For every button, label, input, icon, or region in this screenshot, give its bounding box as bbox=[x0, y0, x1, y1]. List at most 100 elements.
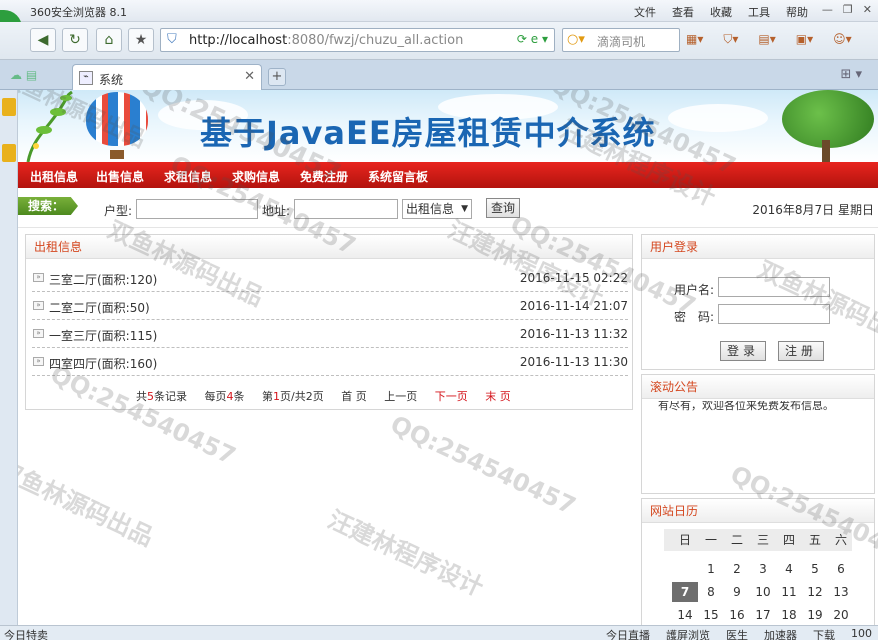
status-items: 今日直播 護屏浏览 医生 加速器 下载 100 bbox=[606, 627, 872, 640]
calendar-day[interactable]: 2 bbox=[724, 559, 750, 579]
pdf-icon[interactable]: ▤▾ bbox=[758, 32, 775, 47]
notice-panel-title: 滚动公告 bbox=[642, 375, 874, 399]
watermark: 双鱼林源码出品 bbox=[18, 455, 158, 552]
calendar-weekday: 三 bbox=[756, 533, 769, 547]
calendar-day[interactable]: 13 bbox=[828, 582, 854, 602]
register-button[interactable]: 注册 bbox=[778, 341, 824, 361]
zoom-level[interactable]: 100 bbox=[851, 627, 872, 640]
calendar-day[interactable]: 8 bbox=[698, 582, 724, 602]
apps-icon[interactable]: ▦▾ bbox=[686, 32, 703, 47]
status-item[interactable]: 医生 bbox=[726, 627, 748, 640]
calendar-day[interactable]: 20 bbox=[828, 605, 854, 625]
pager-next[interactable]: 下一页 bbox=[435, 390, 468, 403]
close-window-icon[interactable]: ✕ bbox=[863, 3, 872, 16]
calendar-weekday: 五 bbox=[808, 533, 821, 547]
balloon-decoration bbox=[86, 92, 148, 146]
rental-item-title[interactable]: 四室四厅(面积:160) bbox=[49, 355, 157, 372]
browser-navbar: ◀ ↻ ⌂ ★ ⛉ http://localhost:8080/fwzj/chu… bbox=[0, 22, 878, 60]
tab-menu-icon[interactable]: ⊞ ▾ bbox=[840, 67, 862, 82]
calendar-weekday: 一 bbox=[704, 533, 717, 547]
chevron-down-icon: ▼ bbox=[461, 204, 468, 214]
rental-item-title[interactable]: 一室三厅(面积:115) bbox=[49, 327, 157, 344]
pager-first[interactable]: 首 页 bbox=[341, 390, 367, 403]
nav-want-rent[interactable]: 求租信息 bbox=[164, 168, 212, 185]
address-actions-icon[interactable]: ⟳ e ▾ bbox=[517, 32, 548, 46]
calendar-day[interactable]: 11 bbox=[776, 582, 802, 602]
menu-help[interactable]: 帮助 bbox=[786, 4, 808, 20]
calendar-day[interactable]: 17 bbox=[750, 605, 776, 625]
calendar-day[interactable]: 14 bbox=[672, 605, 698, 625]
side-note-icon[interactable] bbox=[2, 144, 16, 162]
calendar-day[interactable]: 15 bbox=[698, 605, 724, 625]
gift-icon[interactable]: ▣▾ bbox=[796, 32, 813, 47]
rental-item-title[interactable]: 二室二厅(面积:50) bbox=[49, 299, 150, 316]
address-input[interactable] bbox=[294, 199, 398, 219]
calendar-day[interactable]: 10 bbox=[750, 582, 776, 602]
tab-close-icon[interactable]: ✕ bbox=[244, 69, 255, 84]
browser-tab[interactable]: ⌁ 系统 ✕ bbox=[72, 64, 262, 90]
calendar-panel-title: 网站日历 bbox=[642, 499, 874, 523]
list-item[interactable]: » 二室二厅(面积:50) 2016-11-14 21:07 bbox=[32, 292, 628, 320]
calendar-day[interactable]: 19 bbox=[802, 605, 828, 625]
category-select[interactable]: 出租信息 ▼ bbox=[402, 199, 472, 219]
password-input[interactable] bbox=[718, 304, 830, 324]
rental-item-date: 2016-11-13 11:32 bbox=[519, 327, 628, 341]
list-item[interactable]: » 四室四厅(面积:160) 2016-11-13 11:30 bbox=[32, 348, 628, 376]
status-item[interactable]: 護屏浏览 bbox=[666, 627, 710, 640]
new-tab-icon[interactable]: + bbox=[268, 68, 286, 86]
calendar-day[interactable]: 4 bbox=[776, 559, 802, 579]
nav-message-board[interactable]: 系统留言板 bbox=[368, 168, 428, 185]
calendar-day[interactable]: 5 bbox=[802, 559, 828, 579]
nav-rent-out[interactable]: 出租信息 bbox=[30, 168, 78, 185]
back-icon[interactable]: ◀ bbox=[30, 28, 56, 52]
pager-prev[interactable]: 上一页 bbox=[384, 390, 417, 403]
calendar-day[interactable]: 12 bbox=[802, 582, 828, 602]
status-item[interactable]: 下载 bbox=[813, 627, 835, 640]
menu-tools[interactable]: 工具 bbox=[748, 4, 770, 20]
calendar-today[interactable]: 7 bbox=[672, 582, 698, 602]
status-item[interactable]: 加速器 bbox=[764, 627, 797, 640]
calendar-day[interactable]: 16 bbox=[724, 605, 750, 625]
calendar-day[interactable]: 6 bbox=[828, 559, 854, 579]
tree-trunk-decoration bbox=[822, 140, 830, 162]
house-type-label: 户型: bbox=[104, 204, 133, 218]
pager-last[interactable]: 末 页 bbox=[485, 390, 511, 403]
nav-register[interactable]: 免费注册 bbox=[300, 168, 348, 185]
list-item[interactable]: » 一室三厅(面积:115) 2016-11-13 11:32 bbox=[32, 320, 628, 348]
query-button[interactable]: 查询 bbox=[486, 198, 520, 218]
rental-item-title[interactable]: 三室二厅(面积:120) bbox=[49, 271, 157, 288]
minimize-icon[interactable]: — bbox=[822, 3, 833, 16]
refresh-icon[interactable]: ↻ bbox=[62, 28, 88, 52]
search-tag: 搜索： bbox=[18, 197, 78, 215]
status-item[interactable]: 今日直播 bbox=[606, 627, 650, 640]
security-icon[interactable]: ⛉▾ bbox=[723, 32, 738, 47]
shield-icon: ⛉ bbox=[167, 32, 177, 47]
star-icon[interactable]: ★ bbox=[128, 28, 154, 52]
status-left-text[interactable]: 今日特卖 bbox=[4, 627, 48, 640]
menu-file[interactable]: 文件 bbox=[634, 4, 656, 20]
login-button[interactable]: 登录 bbox=[720, 341, 766, 361]
emoji-icon[interactable]: ☺▾ bbox=[833, 32, 852, 47]
menu-favorites[interactable]: 收藏 bbox=[710, 4, 732, 20]
calendar-day[interactable]: 9 bbox=[724, 582, 750, 602]
cloud-icon[interactable]: ☁ ▤ bbox=[10, 68, 37, 82]
address-bar[interactable]: ⛉ http://localhost:8080/fwzj/chuzu_all.a… bbox=[160, 28, 555, 52]
calendar-day[interactable]: 3 bbox=[750, 559, 776, 579]
nav-want-buy[interactable]: 求购信息 bbox=[232, 168, 280, 185]
nav-sale[interactable]: 出售信息 bbox=[96, 168, 144, 185]
home-icon[interactable]: ⌂ bbox=[96, 28, 122, 52]
house-type-input[interactable] bbox=[136, 199, 258, 219]
list-item[interactable]: » 三室二厅(面积:120) 2016-11-15 02:22 bbox=[32, 264, 628, 292]
restore-icon[interactable]: ❐ bbox=[843, 3, 853, 16]
login-panel-title: 用户登录 bbox=[642, 235, 874, 259]
side-folder-icon[interactable] bbox=[2, 98, 16, 116]
username-input[interactable] bbox=[718, 277, 830, 297]
browser-search-box[interactable]: ○▾ 滴滴司机 bbox=[562, 28, 680, 52]
address-label: 地址: bbox=[262, 204, 291, 218]
notice-panel: 滚动公告 有尽有，欢迎各位来免费发布信息。 bbox=[641, 374, 875, 494]
calendar-day[interactable]: 18 bbox=[776, 605, 802, 625]
category-select-value: 出租信息 bbox=[406, 202, 455, 216]
calendar-day[interactable]: 1 bbox=[698, 559, 724, 579]
menu-view[interactable]: 查看 bbox=[672, 4, 694, 20]
browser-title-bar: 360安全浏览器 8.1 文件 查看 收藏 工具 帮助 — ❐ ✕ bbox=[0, 0, 878, 22]
